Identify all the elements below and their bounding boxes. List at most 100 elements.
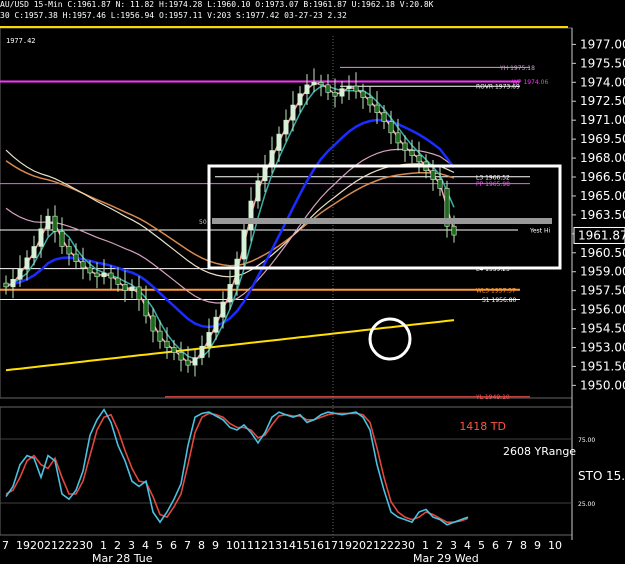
candle-body	[17, 268, 23, 280]
y-tick-label: 1968.00	[580, 151, 625, 165]
box-label: 50	[199, 219, 207, 226]
x-tick-label: 7	[184, 539, 191, 552]
ma-yellow-line	[5, 319, 455, 372]
y-tick-label: 1963.50	[580, 208, 625, 222]
x-tick-label: 3	[450, 539, 457, 552]
candle-body	[241, 229, 247, 260]
candle-body	[164, 340, 170, 348]
candle-body	[136, 286, 142, 300]
sto-value: 15.	[606, 469, 625, 483]
candle-body	[122, 284, 128, 291]
x-tick-label: 8	[198, 539, 205, 552]
x-tick-label: 13	[268, 539, 282, 552]
y-tick-label: 1972.50	[580, 94, 625, 108]
candle-body	[59, 231, 65, 247]
candle-body	[31, 246, 37, 259]
candle-body	[101, 272, 107, 278]
y-tick-label: 1974.00	[580, 75, 625, 89]
x-tick-label: 22	[380, 539, 394, 552]
yrange-label: 2608 YRange	[503, 445, 576, 458]
y-tick-label: 1975.50	[580, 56, 625, 70]
candle-body	[276, 133, 282, 151]
candle-body	[199, 345, 205, 358]
candle-body	[388, 121, 394, 134]
candle-body	[248, 200, 254, 231]
candle-body	[73, 253, 79, 262]
candle-body	[143, 299, 149, 317]
x-tick-label: 20	[30, 539, 44, 552]
trading-chart[interactable]: 1977.00 1975.50 1974.00 1972.50 1971.00 1969.…	[0, 0, 625, 564]
candle-body	[255, 180, 261, 202]
y-tick-label: 1950.00	[580, 378, 625, 392]
candle-body	[269, 150, 275, 166]
x-tick-label: 2	[436, 539, 443, 552]
candle-body	[45, 215, 51, 230]
candle-body	[129, 286, 135, 291]
candle-body	[115, 277, 121, 285]
y-tick-label: 1977.00	[580, 37, 625, 51]
candle-body	[24, 257, 30, 270]
x-tick-label: 7	[2, 539, 9, 552]
y-tick-label: 1954.50	[580, 322, 625, 336]
candle-body	[297, 93, 303, 106]
x-tick-label: 0	[86, 539, 93, 552]
x-tick-label: 21	[366, 539, 380, 552]
x-tick-label: 23	[72, 539, 86, 552]
candle-body	[66, 246, 72, 255]
td-label: 1418 TD	[459, 420, 506, 433]
y-tick-label: 1960.50	[580, 246, 625, 260]
candle-body	[94, 272, 100, 278]
candle-body	[318, 82, 324, 86]
candle-body	[360, 90, 366, 98]
candle-body	[87, 267, 93, 274]
candle-body	[409, 150, 415, 156]
x-tick-label: 12	[254, 539, 268, 552]
x-tick-label: 22	[58, 539, 72, 552]
candle-body	[171, 347, 177, 353]
price-level-label: S1 1956.80	[482, 297, 517, 304]
candle-body	[346, 85, 352, 89]
candle-body	[192, 357, 198, 366]
x-tick-label: 9	[534, 539, 541, 552]
candle-body	[290, 104, 296, 121]
candle-body	[234, 258, 240, 285]
osc-tick-label: 75.00	[578, 437, 595, 444]
candle-body	[52, 215, 58, 232]
candle-body	[416, 155, 422, 163]
candle-body	[220, 301, 226, 318]
candle-body	[367, 97, 373, 106]
x-tick-label: 16	[310, 539, 324, 552]
price-level-label: Yest Hi	[529, 228, 550, 235]
candle-body	[430, 170, 436, 180]
date-label: Mar 29 Wed	[413, 552, 479, 564]
candle-body	[185, 359, 191, 366]
x-tick-label: 2	[114, 539, 121, 552]
candle-body	[150, 315, 156, 332]
x-tick-label: 4	[464, 539, 471, 552]
x-tick-label: 5	[478, 539, 485, 552]
x-tick-label: 10	[226, 539, 240, 552]
price-level-label: WL3 1957.57	[476, 287, 516, 294]
x-tick-label: 17	[324, 539, 338, 552]
x-tick-label: 19	[338, 539, 352, 552]
candle-body	[178, 352, 184, 361]
candle-body	[402, 142, 408, 151]
candle-body	[38, 228, 44, 247]
y-tick-label: 1953.00	[580, 340, 625, 354]
candle-body	[325, 84, 331, 93]
candle-body	[108, 272, 114, 279]
candle-body	[353, 85, 359, 92]
last-price-label: 1961.87	[578, 228, 625, 242]
x-tick-label: 7	[506, 539, 513, 552]
x-tick-label: 11	[240, 539, 254, 552]
candle-body	[157, 330, 163, 342]
x-tick-label: 8	[520, 539, 527, 552]
candle-body	[311, 82, 317, 86]
candle-body	[304, 84, 310, 94]
candle-body	[374, 104, 380, 113]
y-tick-label: 1966.50	[580, 170, 625, 184]
x-tick-label: 1	[100, 539, 107, 552]
y-tick-label: 1956.00	[580, 303, 625, 317]
candle-body	[213, 316, 219, 333]
candle-body	[381, 112, 387, 122]
